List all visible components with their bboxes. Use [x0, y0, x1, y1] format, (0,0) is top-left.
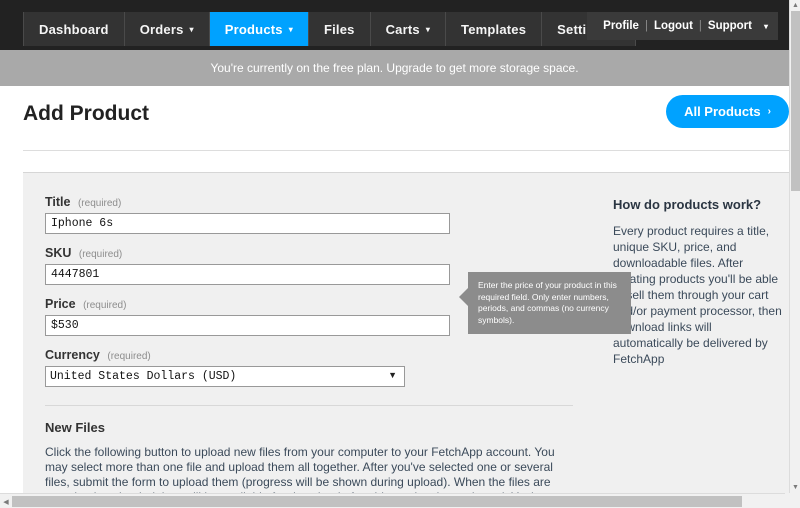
nav-tab-orders-label: Orders — [139, 21, 184, 37]
profile-link[interactable]: Profile — [597, 20, 645, 32]
logout-link[interactable]: Logout — [648, 20, 699, 32]
currency-field-label: Currency (required) — [45, 348, 595, 362]
header-divider — [23, 150, 789, 151]
nav-tab-list: Dashboard Orders ▾ Products ▾ Files Cart… — [23, 12, 637, 46]
required-note: (required) — [83, 300, 127, 311]
info-sidebar-title: How do products work? — [613, 197, 762, 212]
nav-tab-orders[interactable]: Orders ▾ — [124, 12, 210, 46]
page-header: Add Product All Products › — [0, 86, 789, 150]
scroll-up-arrow-icon[interactable]: ▲ — [790, 0, 800, 11]
nav-tab-templates[interactable]: Templates — [446, 12, 543, 46]
form-fields-column: Title (required) SKU (required) Price (r… — [45, 195, 595, 508]
required-note: (required) — [77, 198, 122, 209]
vertical-scrollbar[interactable]: ▲ ▼ — [789, 0, 800, 493]
nav-tab-carts[interactable]: Carts ▾ — [370, 12, 447, 46]
chevron-down-icon: ▾ — [189, 25, 194, 34]
chevron-down-icon: ▾ — [288, 25, 293, 34]
account-links: Profile | Logout | Support ▾ — [587, 12, 778, 40]
price-field-tooltip: Enter the price of your product in this … — [459, 272, 631, 334]
info-sidebar: How do products work? Every product requ… — [613, 197, 785, 367]
nav-tab-files-label: Files — [323, 21, 355, 37]
nav-tab-dashboard[interactable]: Dashboard — [23, 12, 125, 46]
horizontal-scrollbar[interactable]: ◀ ▶ — [0, 493, 800, 508]
page-title: Add Product — [23, 102, 149, 125]
all-products-button[interactable]: All Products › — [666, 95, 789, 128]
nav-tab-files[interactable]: Files — [308, 12, 371, 46]
title-field-label: Title (required) — [45, 195, 595, 209]
required-note: (required) — [78, 249, 123, 260]
vertical-scrollbar-thumb[interactable] — [791, 11, 800, 191]
chevron-down-icon: ▾ — [425, 25, 431, 34]
nav-tab-products-label: Products — [224, 21, 283, 37]
currency-select[interactable]: United States Dollars (USD) — [45, 366, 405, 387]
price-field-tooltip-text: Enter the price of your product in this … — [478, 280, 617, 325]
form-section-divider — [45, 405, 573, 406]
field-currency: Currency (required) United States Dollar… — [45, 348, 595, 387]
scroll-down-arrow-icon[interactable]: ▼ — [790, 482, 800, 493]
horizontal-scrollbar-thumb[interactable] — [12, 496, 742, 507]
free-plan-banner[interactable]: You're currently on the free plan. Upgra… — [0, 50, 789, 86]
scroll-left-arrow-icon[interactable]: ◀ — [0, 494, 12, 508]
price-label-text: Price — [45, 297, 76, 311]
sku-input[interactable] — [45, 264, 450, 285]
scrollbar-corner — [785, 493, 800, 508]
required-note: (required) — [107, 351, 151, 362]
main-navbar: Dashboard Orders ▾ Products ▾ Files Cart… — [0, 0, 789, 50]
chevron-right-icon: › — [767, 106, 771, 117]
info-sidebar-body: Every product requires a title, unique S… — [613, 224, 782, 366]
currency-label-text: Currency — [45, 348, 100, 362]
all-products-button-label: All Products — [684, 104, 761, 119]
support-link[interactable]: Support — [702, 20, 758, 32]
add-product-form-panel: Title (required) SKU (required) Price (r… — [23, 172, 789, 508]
browser-viewport: Dashboard Orders ▾ Products ▾ Files Cart… — [0, 0, 800, 508]
chevron-down-icon: ▾ — [763, 22, 768, 31]
title-input[interactable] — [45, 213, 450, 234]
new-files-heading: New Files — [45, 420, 105, 435]
currency-select-wrapper: United States Dollars (USD) ▼ — [45, 366, 405, 387]
field-title: Title (required) — [45, 195, 595, 234]
nav-tab-templates-label: Templates — [461, 21, 527, 37]
nav-tab-dashboard-label: Dashboard — [39, 21, 109, 37]
sku-label-text: SKU — [45, 246, 72, 260]
title-label-text: Title — [45, 195, 71, 209]
nav-tab-carts-label: Carts — [385, 21, 420, 37]
nav-tab-products[interactable]: Products ▾ — [209, 12, 309, 46]
price-input[interactable] — [45, 315, 450, 336]
free-plan-banner-text: You're currently on the free plan. Upgra… — [210, 61, 579, 75]
sku-field-label: SKU (required) — [45, 246, 595, 260]
